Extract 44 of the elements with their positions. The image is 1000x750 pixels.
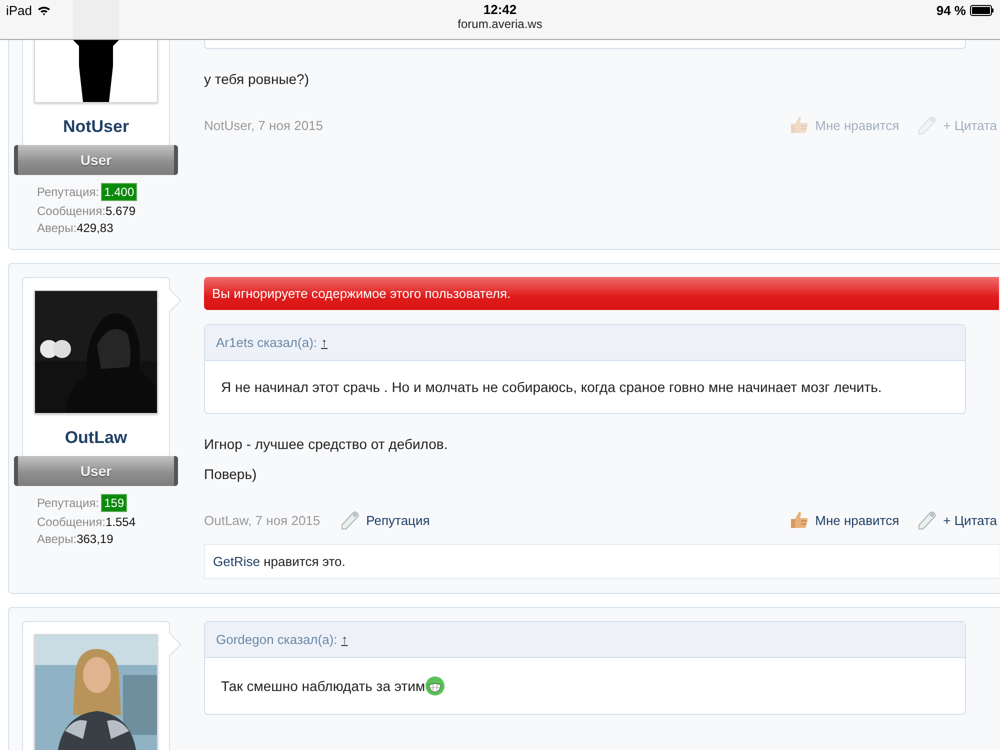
tag-icon — [917, 115, 938, 135]
battery-percent: 94 % — [936, 3, 966, 18]
username-link[interactable]: OutLaw — [64, 428, 128, 448]
tag-icon — [340, 510, 360, 530]
reputation-badge: 1.400 — [101, 183, 138, 201]
jump-link[interactable]: ↑ — [321, 335, 328, 350]
post-text: у тебя ровные?) — [204, 71, 310, 87]
ignore-notice: Вы игнорируете содержимое этого пользователя. — [204, 277, 999, 310]
post-text: Игнор - лучшее средство от дебилов. — [204, 436, 449, 452]
post-date: NotUser, 7 ноя 2015 — [204, 118, 324, 132]
post-date: OutLaw, 7 ноя 2015 — [204, 512, 320, 528]
post-text: Поверь) — [204, 466, 258, 482]
reputation-badge: 159 — [101, 494, 128, 512]
battery-icon — [970, 5, 994, 16]
stat-label: Аверы: — [37, 221, 77, 235]
stat-label: Сообщения: — [37, 515, 106, 529]
quote-text: Я не начинал этот срачь . Но и молчать не собираюсь, когда сраное говно мне начинает мозг лечить. — [221, 379, 882, 395]
device-name: iPad — [6, 3, 32, 18]
user-title-ribbon: User — [14, 456, 178, 486]
wifi-icon — [37, 5, 52, 16]
page-url[interactable]: forum.averia.ws — [458, 17, 542, 31]
user-title-ribbon: User — [14, 145, 178, 175]
stat-label: Сообщения: — [37, 204, 106, 218]
likes-summary: GetRise нравится это. — [204, 544, 999, 579]
quote-text: Так смешно наблюдать за этим — [221, 678, 426, 694]
like-link[interactable]: Мне нравится — [789, 510, 900, 530]
quote-author: Ar1ets сказал(а): — [216, 335, 318, 350]
clock-time: 12:42 — [483, 2, 517, 17]
stat-value: 363,19 — [76, 532, 114, 546]
reputation-link[interactable]: Репутация — [340, 510, 430, 530]
stat-label: Репутация: — [37, 496, 100, 510]
quote-author: Gordegon сказал(а): — [216, 632, 338, 647]
stat-label: Аверы: — [37, 532, 77, 546]
thumbs-up-icon — [789, 115, 810, 135]
tag-icon — [917, 510, 938, 530]
quote-link[interactable]: + Цитата — [917, 510, 997, 530]
stat-value: 1.554 — [105, 515, 136, 529]
user-link[interactable]: GetRise — [213, 554, 260, 569]
thumbs-up-icon — [789, 510, 810, 530]
stat-value: 5.679 — [105, 204, 136, 218]
username-link[interactable]: NotUser — [62, 117, 130, 137]
jump-link[interactable]: ↑ — [341, 632, 348, 647]
stat-value: 429,83 — [76, 221, 114, 235]
stat-label: Репутация: — [37, 185, 100, 199]
